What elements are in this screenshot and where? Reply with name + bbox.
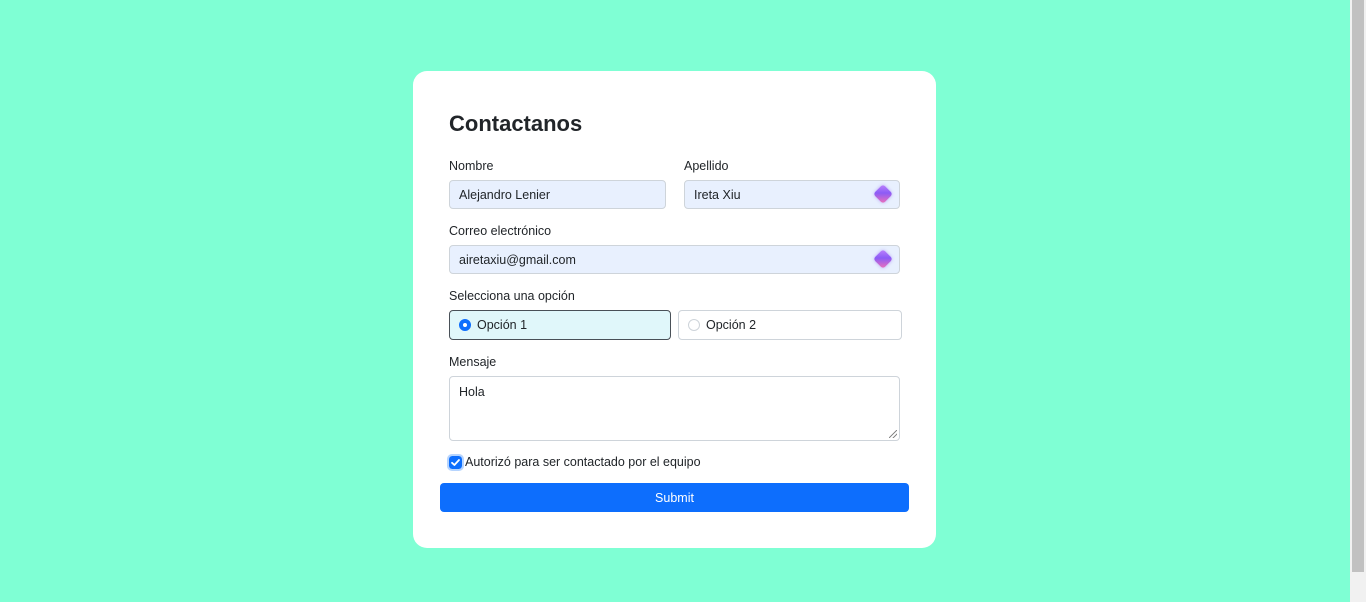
contact-form-card: Contactanos Nombre Apellido Correo elect…: [413, 71, 936, 548]
email-input[interactable]: [449, 245, 900, 274]
option-group-label: Selecciona una opción: [449, 289, 575, 303]
message-text: Hola: [459, 385, 485, 399]
message-textarea[interactable]: Hola: [449, 376, 900, 441]
vertical-scrollbar[interactable]: [1350, 0, 1366, 602]
last-name-input[interactable]: [684, 180, 900, 209]
radio-unselected-icon: [688, 319, 700, 331]
scrollbar-thumb[interactable]: [1352, 0, 1364, 572]
email-label: Correo electrónico: [449, 224, 552, 238]
resize-handle-icon[interactable]: [889, 430, 897, 438]
last-name-label: Apellido: [684, 159, 729, 173]
first-name-label: Nombre: [449, 159, 494, 173]
first-name-input[interactable]: [449, 180, 666, 209]
page: Contactanos Nombre Apellido Correo elect…: [0, 0, 1366, 602]
message-label: Mensaje: [449, 355, 497, 369]
radio-selected-icon: [459, 319, 471, 331]
consent-label: Autorizó para ser contactado por el equi…: [465, 455, 701, 469]
option-1-radio[interactable]: Opción 1: [449, 310, 671, 340]
form-title: Contactanos: [449, 111, 583, 136]
checkmark-icon: [451, 459, 460, 466]
option-2-label: Opción 2: [706, 318, 757, 332]
option-1-label: Opción 1: [477, 318, 528, 332]
submit-button[interactable]: Submit: [440, 483, 909, 512]
consent-checkbox[interactable]: [447, 454, 464, 471]
option-2-radio[interactable]: Opción 2: [678, 310, 902, 340]
